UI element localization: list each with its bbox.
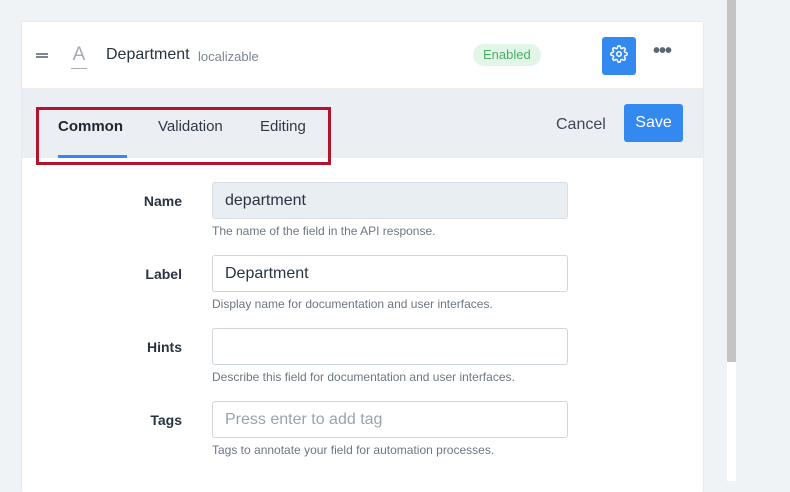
active-tab-indicator bbox=[58, 155, 127, 158]
tab-validation[interactable]: Validation bbox=[158, 118, 223, 135]
tab-bar: Common Validation Editing Cancel Save bbox=[22, 88, 703, 165]
tags-label: Tags bbox=[150, 412, 182, 428]
name-hint: The name of the field in the API respons… bbox=[212, 224, 436, 238]
save-button[interactable]: Save bbox=[624, 104, 683, 142]
hints-hint: Describe this field for documentation an… bbox=[212, 370, 515, 384]
status-badge: Enabled bbox=[473, 44, 541, 66]
tags-hint: Tags to annotate your field for automati… bbox=[212, 443, 495, 457]
field-header: A Department localizable Enabled ••• bbox=[22, 22, 703, 88]
field-localizable-label: localizable bbox=[198, 49, 259, 64]
label-label: Label bbox=[145, 266, 182, 282]
string-type-icon: A bbox=[71, 44, 87, 69]
field-name: Department bbox=[106, 46, 190, 63]
hints-input[interactable] bbox=[212, 328, 568, 365]
scrollbar-thumb[interactable] bbox=[727, 0, 736, 362]
tab-editing[interactable]: Editing bbox=[260, 118, 306, 135]
tab-common[interactable]: Common bbox=[58, 118, 123, 135]
drag-handle-icon[interactable] bbox=[36, 53, 48, 58]
label-hint: Display name for documentation and user … bbox=[212, 297, 493, 311]
name-label: Name bbox=[143, 193, 182, 209]
name-input[interactable] bbox=[212, 182, 568, 219]
tags-input[interactable] bbox=[212, 401, 568, 438]
more-dots-icon[interactable]: ••• bbox=[650, 41, 674, 66]
cancel-button[interactable]: Cancel bbox=[556, 116, 606, 134]
label-input[interactable] bbox=[212, 255, 568, 292]
field-editor-card: A Department localizable Enabled ••• Com… bbox=[22, 22, 703, 492]
settings-button[interactable] bbox=[602, 37, 636, 75]
gear-icon bbox=[610, 44, 628, 68]
hints-label: Hints bbox=[147, 339, 182, 355]
